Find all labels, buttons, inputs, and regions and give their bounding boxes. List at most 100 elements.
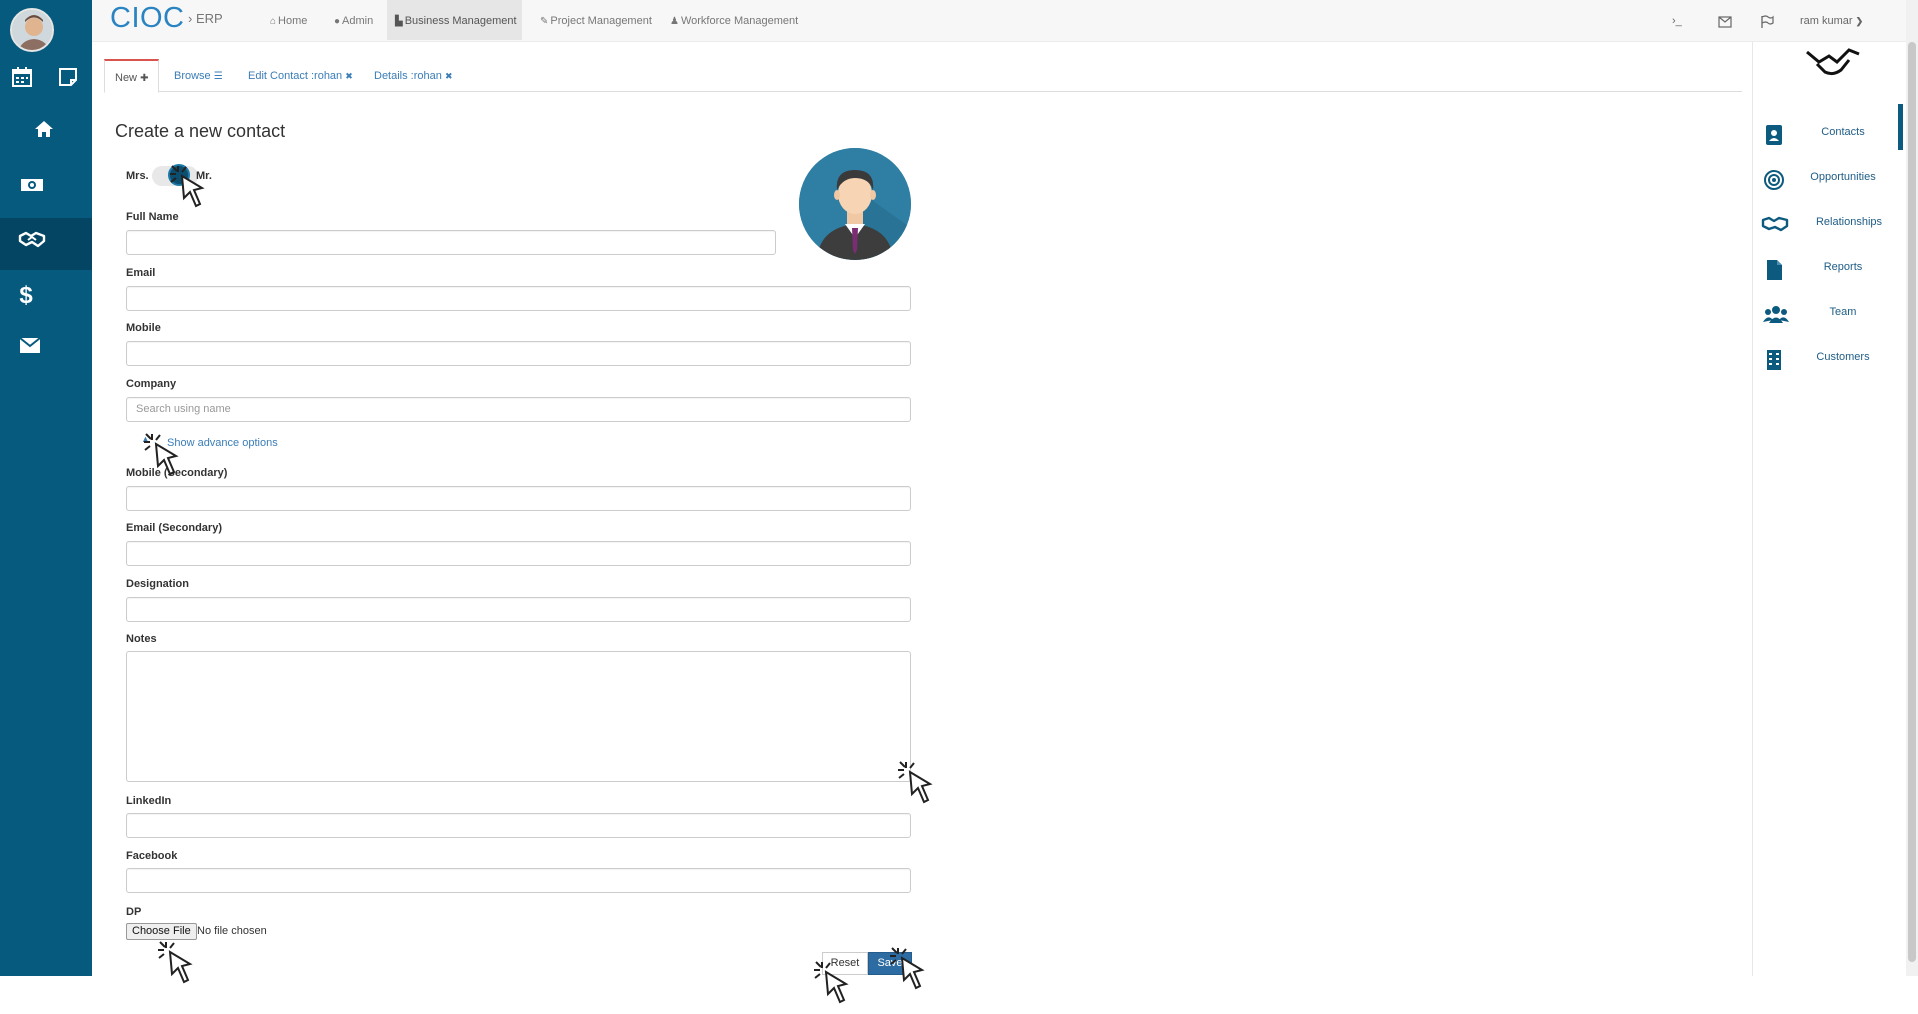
panel-item-label: Relationships xyxy=(1815,216,1883,228)
brand-subtitle: › ERP xyxy=(188,11,223,26)
scrollbar-thumb[interactable] xyxy=(1908,42,1916,962)
calendar-icon[interactable] xyxy=(6,66,38,98)
target-icon xyxy=(1763,169,1785,191)
email-secondary-label: Email (Secondary) xyxy=(126,522,222,534)
chevron-down-icon: ❯ xyxy=(1855,16,1864,26)
contact-avatar[interactable] xyxy=(799,148,911,260)
panel-item-team[interactable]: Team xyxy=(1753,298,1903,338)
page-title: Create a new contact xyxy=(115,121,286,141)
panel-item-label: Team xyxy=(1829,306,1857,318)
linkedin-label: LinkedIn xyxy=(126,795,172,807)
company-label: Company xyxy=(126,378,177,390)
contacts-book-icon xyxy=(1763,124,1785,146)
handshake-icon xyxy=(1761,214,1789,236)
note-icon[interactable] xyxy=(52,66,84,98)
nav-home-label: Home xyxy=(278,15,308,27)
mobile-input[interactable] xyxy=(126,341,911,366)
panel-item-reports[interactable]: Reports xyxy=(1753,253,1903,293)
left-sidebar: $ xyxy=(0,0,92,976)
panel-item-label: Contacts xyxy=(1821,126,1865,138)
facebook-label: Facebook xyxy=(126,850,178,862)
mobile-secondary-input[interactable] xyxy=(126,486,911,511)
nav-project-label: Project Management xyxy=(550,15,652,27)
right-panel: Contacts Opportunities Relationships Rep… xyxy=(1752,42,1902,976)
home-icon[interactable] xyxy=(28,118,60,150)
email-secondary-input[interactable] xyxy=(126,541,911,566)
nav-project-management[interactable]: ✎ Project Management xyxy=(532,0,660,40)
designation-input[interactable] xyxy=(126,597,911,622)
facebook-input[interactable] xyxy=(126,868,911,893)
linkedin-input[interactable] xyxy=(126,813,911,838)
mobile-label: Mobile xyxy=(126,322,161,334)
top-navbar: CIOC › ERP ⌂ Home ● Admin ▙ Business Manage… xyxy=(92,0,1918,42)
designation-label: Designation xyxy=(126,578,189,590)
team-icon xyxy=(1763,304,1789,326)
notes-textarea[interactable] xyxy=(126,651,911,782)
nav-home[interactable]: ⌂ Home xyxy=(262,0,315,40)
brand-logo[interactable]: CIOC xyxy=(110,2,185,35)
click-cursor-icon xyxy=(144,433,179,476)
nav-admin[interactable]: ● Admin xyxy=(326,0,381,40)
tab-browse[interactable]: Browse ☰ xyxy=(164,59,233,92)
industry-icon: ▙ xyxy=(395,16,403,27)
panel-item-opportunities[interactable]: Opportunities xyxy=(1753,163,1903,203)
nav-business-label: Business Management xyxy=(404,15,517,27)
brand-sub-label: ERP xyxy=(195,11,223,26)
panel-item-relationships[interactable]: Relationships xyxy=(1753,208,1903,248)
list-icon: ☰ xyxy=(213,71,223,82)
panel-item-label: Opportunities xyxy=(1810,171,1876,183)
toggle-left-label: Mrs. xyxy=(126,170,149,182)
tab-bar: New ✚ Browse ☰ Edit Contact :rohan ✖ Det… xyxy=(104,59,1742,93)
plus-icon: ✚ xyxy=(140,73,149,84)
handshake-icon[interactable] xyxy=(16,228,48,260)
nav-workforce-label: Workforce Management xyxy=(680,15,799,27)
tab-details[interactable]: Details :rohan ✖ xyxy=(364,59,462,92)
dp-label: DP xyxy=(126,906,142,918)
notes-label: Notes xyxy=(126,633,157,645)
user-name: ram kumar xyxy=(1800,15,1853,27)
user-icon: ● xyxy=(334,16,341,27)
tab-new-label: New xyxy=(115,72,138,84)
brand-separator: › xyxy=(188,11,193,26)
tab-new[interactable]: New ✚ xyxy=(104,59,160,93)
users-icon: ♟ xyxy=(670,16,679,27)
wrench-icon: ✎ xyxy=(540,16,549,27)
file-icon xyxy=(1763,259,1785,281)
user-menu[interactable]: ram kumar ❯ xyxy=(1800,0,1863,42)
handshake-icon xyxy=(1803,42,1863,81)
panel-item-customers[interactable]: Customers xyxy=(1753,343,1903,383)
app-window: $ CIOC › ERP ⌂ Home ● Admin ▙ Business Mana… xyxy=(0,0,1918,1014)
flag-icon[interactable] xyxy=(1760,0,1774,42)
panel-item-label: Reports xyxy=(1823,261,1863,273)
tab-edit-contact[interactable]: Edit Contact :rohan ✖ xyxy=(238,59,363,92)
terminal-icon[interactable]: ›_ xyxy=(1672,0,1682,42)
nav-workforce-management[interactable]: ♟ Workforce Management xyxy=(662,0,806,40)
building-icon xyxy=(1763,349,1785,371)
company-search-input[interactable]: Search using name xyxy=(126,397,911,422)
click-cursor-icon xyxy=(890,947,925,990)
full-name-input[interactable] xyxy=(126,230,776,255)
email-label: Email xyxy=(126,267,156,279)
click-cursor-icon xyxy=(158,941,193,984)
close-icon[interactable]: ✖ xyxy=(345,71,353,81)
home-icon: ⌂ xyxy=(270,16,277,27)
panel-item-contacts[interactable]: Contacts xyxy=(1753,118,1903,158)
envelope-icon[interactable] xyxy=(14,333,46,365)
click-cursor-icon xyxy=(898,761,933,804)
email-input[interactable] xyxy=(126,286,911,311)
click-cursor-icon xyxy=(814,961,849,1004)
nav-business-management[interactable]: ▙ Business Management xyxy=(387,0,522,40)
nav-admin-label: Admin xyxy=(342,15,374,27)
dollar-icon[interactable]: $ xyxy=(10,280,42,312)
money-icon[interactable] xyxy=(16,174,48,206)
tab-details-label: Details :rohan xyxy=(374,70,442,82)
file-status-text: No file chosen xyxy=(197,925,267,937)
close-icon[interactable]: ✖ xyxy=(445,71,453,81)
panel-active-indicator xyxy=(1898,104,1903,150)
panel-item-label: Customers xyxy=(1816,351,1870,363)
click-cursor-icon xyxy=(170,165,205,208)
tab-edit-contact-label: Edit Contact :rohan xyxy=(248,70,343,82)
inbox-icon[interactable] xyxy=(1718,0,1732,42)
window-bottom-margin xyxy=(0,976,1918,1014)
user-avatar[interactable] xyxy=(10,8,54,52)
